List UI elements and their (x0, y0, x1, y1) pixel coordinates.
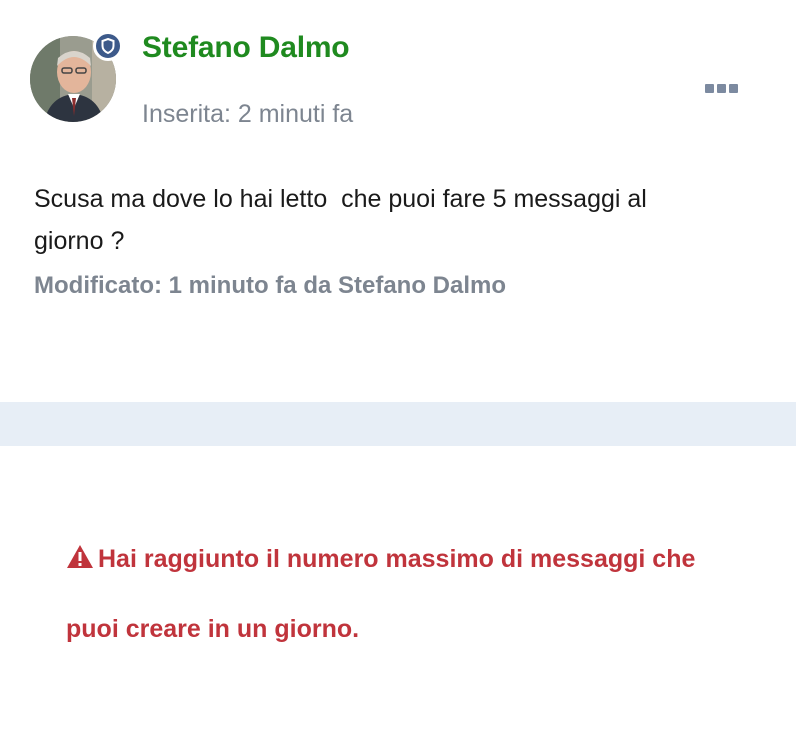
error-notice: Hai raggiunto il numero massimo di messa… (66, 524, 746, 664)
more-dots-icon[interactable] (705, 84, 739, 96)
menu-dot (705, 84, 714, 93)
author-name[interactable]: Stefano Dalmo (142, 30, 350, 66)
author-avatar-container[interactable] (30, 31, 123, 122)
post-card: Stefano Dalmo Inserita: 2 minuti fa Scus… (0, 0, 796, 402)
section-divider (0, 402, 796, 446)
moderator-badge (93, 31, 123, 61)
menu-dot (717, 84, 726, 93)
shield-icon (101, 38, 115, 54)
menu-dot (729, 84, 738, 93)
post-edited-info: Modificato: 1 minuto fa da Stefano Dalmo (34, 272, 507, 299)
post-body: Scusa ma dove lo hai letto che puoi fare… (34, 185, 647, 255)
error-notice-text: Hai raggiunto il numero massimo di messa… (66, 545, 696, 643)
warning-icon (67, 545, 93, 568)
post-timestamp: Inserita: 2 minuti fa (142, 100, 354, 128)
